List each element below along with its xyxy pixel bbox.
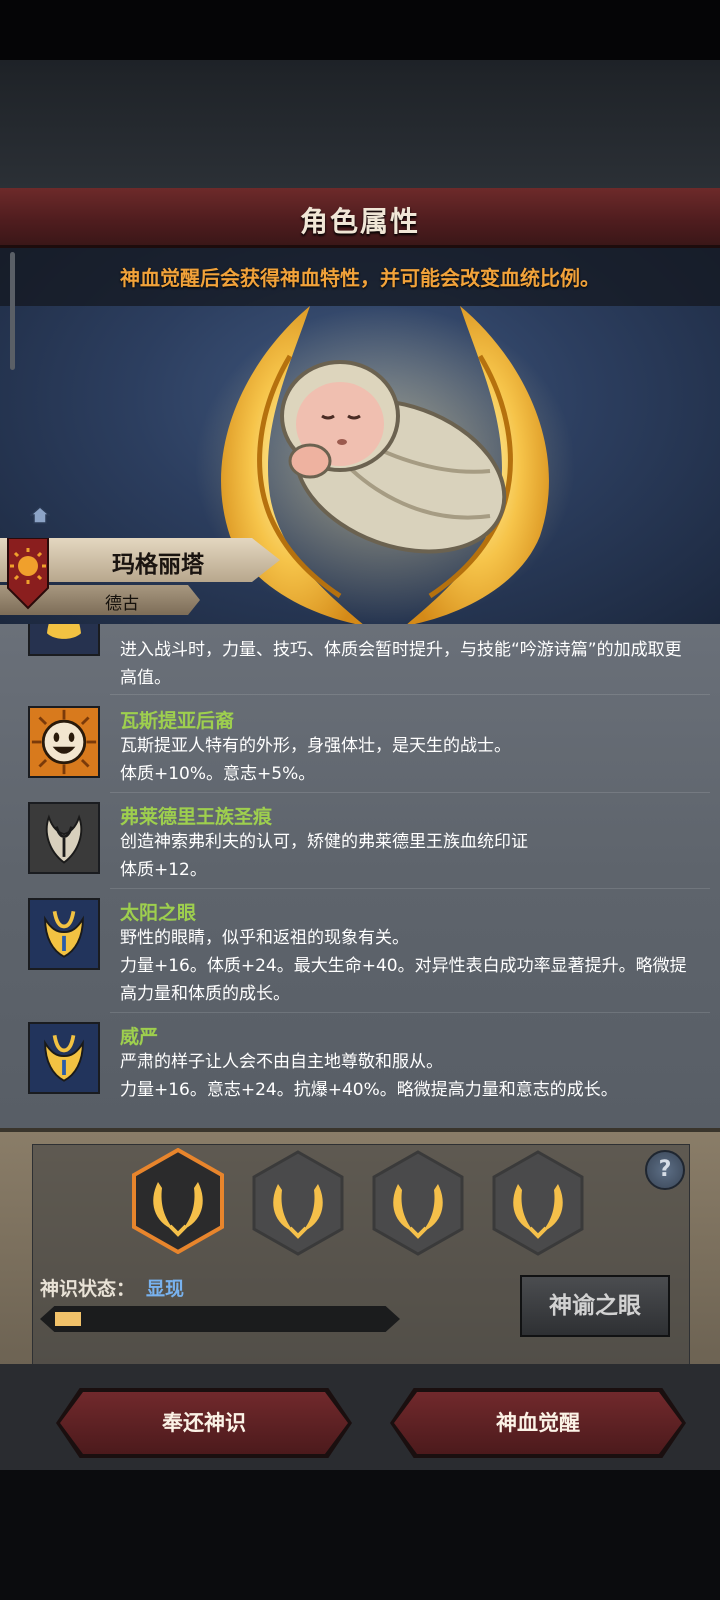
bottom-bar (0, 1470, 720, 1600)
divine-slot-4[interactable] (490, 1150, 586, 1256)
character-portrait-area: 神血觉醒后会获得神血特性，并可能会改变血统比例。 玛格丽塔 德古 (0, 248, 720, 624)
divine-slot-2[interactable] (250, 1150, 346, 1256)
blood-awaken-button[interactable]: 神血觉醒 (394, 1392, 682, 1454)
divider (110, 888, 710, 889)
help-icon[interactable]: ? (645, 1150, 685, 1190)
divider (110, 792, 710, 793)
awakening-notice: 神血觉醒后会获得神血特性，并可能会改变血统比例。 (120, 266, 600, 290)
background (0, 60, 720, 190)
smiling-face-icon (28, 706, 100, 778)
oracle-eye-button[interactable]: 神谕之眼 (520, 1275, 670, 1337)
sun-banner-icon (7, 538, 49, 610)
divine-status-value: 显现 (146, 1278, 185, 1300)
trait-name: 弗莱德里王族圣痕 (120, 806, 273, 828)
divine-status-label: 神识状态： (40, 1278, 136, 1300)
trait-name: 瓦斯提亚后裔 (120, 710, 235, 732)
golden-blood-icon (28, 624, 100, 656)
trait-name: 太阳之眼 (120, 902, 197, 924)
divine-slot-1[interactable] (130, 1148, 226, 1254)
home-icon[interactable] (30, 506, 50, 524)
majesty-icon (28, 1022, 100, 1094)
trait-stats: 体质+10%。意志+5%。 (120, 764, 316, 784)
trait-stats: 力量+16。意志+24。抗爆+40%。略微提高力量和意志的成长。 (120, 1080, 618, 1100)
scrollbar[interactable] (10, 252, 15, 370)
trait-description: 创造神索弗利夫的认可，矫健的弗莱德里王族血统印证 (120, 832, 528, 852)
stigmata-icon (28, 802, 100, 874)
divine-progress-fill (55, 1312, 81, 1326)
return-divine-button[interactable]: 奉还神识 (60, 1392, 348, 1454)
divider (110, 694, 710, 695)
trait-name: 威严 (120, 1026, 159, 1048)
divine-slot-3[interactable] (370, 1150, 466, 1256)
top-bar (0, 0, 720, 60)
trait-stats: 体质+12。 (120, 860, 207, 880)
character-name: 玛格丽塔 (112, 552, 204, 578)
trait-description: 瓦斯提亚人特有的外形，身强体壮，是天生的战士。 (120, 736, 511, 756)
trait-description: 进入战斗时，力量、技巧、体质会暂时提升，与技能“吟游诗篇”的加成取更高值。 (120, 640, 682, 688)
trait-description: 严肃的样子让人会不由自主地尊敬和服从。 (120, 1052, 443, 1072)
page-title: 角色属性 (299, 205, 420, 238)
trait-list[interactable]: 进入战斗时，力量、技巧、体质会暂时提升，与技能“吟游诗篇”的加成取更高值。 瓦斯… (0, 624, 720, 1128)
title-bar: 角色属性 (0, 188, 720, 248)
character-origin: 德古 (105, 594, 139, 614)
divider (110, 1012, 710, 1013)
trait-stats: 力量+16。体质+24。最大生命+40。对异性表白成功率显著提升。略微提高力量和… (120, 956, 687, 1004)
trait-description: 野性的眼睛，似乎和返祖的现象有关。 (120, 928, 409, 948)
sun-eye-icon (28, 898, 100, 970)
divine-progress-bar (40, 1306, 400, 1332)
